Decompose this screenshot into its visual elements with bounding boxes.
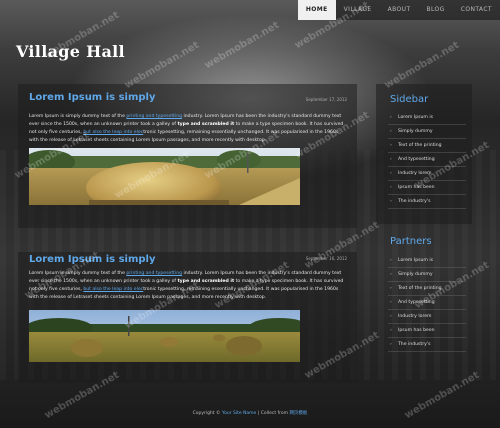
hay-field-photo — [29, 148, 300, 205]
post-link[interactable]: but also the leap into elec — [83, 287, 143, 292]
partner-link[interactable]: And typesetting — [388, 296, 466, 310]
sidebar-title: Sidebar — [390, 94, 429, 105]
post-text: Lorem Ipsum is simply dummy text of the — [29, 271, 127, 276]
sidebar-link[interactable]: Lorem Ipsum is — [388, 111, 466, 125]
nav-about[interactable]: ABOUT — [380, 0, 419, 20]
sidebar-link[interactable]: Ipsum has been — [388, 181, 466, 195]
nav-blog[interactable]: BLOG — [419, 0, 453, 20]
post-link[interactable]: printing and typesetting — [126, 114, 182, 119]
post-date: September 17, 2012 — [305, 97, 347, 102]
footer-template-link[interactable]: 网页模板 — [289, 411, 307, 416]
post-title[interactable]: Lorem Ipsum is simply — [29, 254, 155, 265]
partner-link[interactable]: Text of the printing — [388, 282, 466, 296]
partners-list: Lorem Ipsum is Simply dummy Text of the … — [388, 254, 466, 352]
site-title[interactable]: Village Hall — [16, 42, 125, 61]
nav-contact[interactable]: CONTACT — [453, 0, 500, 20]
sidebar-link[interactable]: Simply dummy — [388, 125, 466, 139]
sidebar-link[interactable]: And typesetting — [388, 153, 466, 167]
post-bold-text: type and scrambled it — [177, 279, 235, 284]
post-bold-text: type and scrambled it — [177, 122, 235, 127]
sidebar-link[interactable]: Text of the printing — [388, 139, 466, 153]
partners-title: Partners — [390, 236, 432, 247]
post-date: September 16, 2012 — [305, 256, 347, 261]
post-link[interactable]: printing and typesetting — [126, 271, 182, 276]
partner-link[interactable]: Ipsum has been — [388, 324, 466, 338]
post-excerpt: Lorem Ipsum is simply dummy text of the … — [29, 270, 347, 302]
footer: Copyright © Your Site Name | Collect fro… — [0, 410, 500, 416]
sidebar-list: Lorem Ipsum is Simply dummy Text of the … — [388, 111, 466, 209]
haystacks-photo — [29, 310, 300, 362]
partner-link[interactable]: Industry lorem — [388, 310, 466, 324]
partner-link[interactable]: Lorem Ipsum is — [388, 254, 466, 268]
sidebar-link[interactable]: Industry lorem — [388, 167, 466, 181]
sidebar-link[interactable]: The industry's — [388, 195, 466, 209]
top-navigation: HOME VILLAGE ABOUT BLOG CONTACT — [297, 0, 500, 20]
sidebar-widget: Sidebar Lorem Ipsum is Simply dummy Text… — [376, 84, 472, 224]
nav-home[interactable]: HOME — [297, 0, 336, 20]
post-excerpt: Lorem Ipsum is simply dummy text of the … — [29, 113, 347, 145]
partner-link[interactable]: Simply dummy — [388, 268, 466, 282]
footer-site-link[interactable]: Your Site Name — [222, 411, 256, 416]
partner-link[interactable]: The industry's — [388, 338, 466, 352]
partners-widget: Partners Lorem Ipsum is Simply dummy Tex… — [376, 230, 472, 380]
post-1: Lorem Ipsum is simply September 17, 2012… — [18, 84, 357, 228]
nav-village[interactable]: VILLAGE — [336, 0, 380, 20]
footer-text: Copyright © — [192, 411, 222, 416]
post-link[interactable]: but also the leap into elec — [83, 130, 143, 135]
footer-text: | Collect from — [256, 411, 290, 416]
post-text: Lorem Ipsum is simply dummy text of the — [29, 114, 127, 119]
post-2: Lorem Ipsum is simply September 16, 2012… — [18, 252, 357, 382]
post-title[interactable]: Lorem Ipsum is simply — [29, 92, 155, 103]
